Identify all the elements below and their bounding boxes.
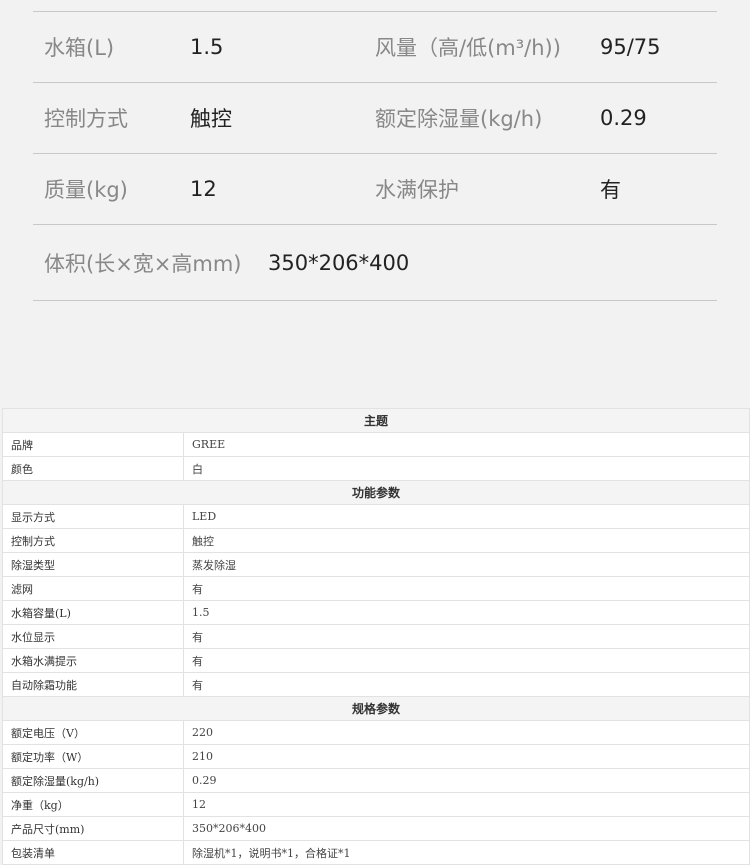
spec-value: 0.29 — [600, 106, 647, 130]
param-value: 触控 — [183, 528, 750, 553]
param-value: 有 — [183, 648, 750, 673]
table-row: 额定功率（W） 210 — [2, 744, 750, 769]
param-value: 0.29 — [183, 768, 750, 793]
spec-value: 1.5 — [190, 35, 224, 59]
spec-value: 12 — [190, 177, 217, 201]
spec-grid: 水箱(L) 1.5 风量（高/低(m³/h)) 95/75 控制方式 触控 额定… — [33, 11, 717, 301]
table-row: 额定电压（V） 220 — [2, 720, 750, 745]
table-row: 控制方式 触控 — [2, 528, 750, 553]
param-key: 额定功率（W） — [2, 744, 184, 769]
spec-row: 水箱(L) 1.5 风量（高/低(m³/h)) 95/75 — [33, 12, 717, 83]
param-value: 蒸发除湿 — [183, 552, 750, 577]
param-value: 12 — [183, 792, 750, 817]
spec-value: 350*206*400 — [268, 250, 410, 275]
table-row: 显示方式 LED — [2, 504, 750, 529]
table-row: 净重（kg） 12 — [2, 792, 750, 817]
param-key: 产品尺寸(mm) — [2, 816, 184, 841]
section-title: 功能参数 — [2, 480, 750, 505]
param-value: GREE — [183, 432, 750, 457]
spec-summary: 水箱(L) 1.5 风量（高/低(m³/h)) 95/75 控制方式 触控 额定… — [0, 0, 750, 408]
param-value: 210 — [183, 744, 750, 769]
table-row: 额定除湿量(kg/h) 0.29 — [2, 768, 750, 793]
param-key: 净重（kg） — [2, 792, 184, 817]
param-key: 水箱容量(L) — [2, 600, 184, 625]
table-row: 产品尺寸(mm) 350*206*400 — [2, 816, 750, 841]
section-title: 主题 — [2, 408, 750, 433]
table-row: 包装清单 除湿机*1，说明书*1，合格证*1 — [2, 840, 750, 865]
spec-label: 风量（高/低(m³/h)) — [375, 36, 561, 60]
spec-label: 水满保护 — [375, 178, 459, 202]
section-header: 主题 — [2, 408, 750, 433]
spec-label: 体积(长×宽×高mm) — [44, 251, 242, 276]
spec-row: 控制方式 触控 额定除湿量(kg/h) 0.29 — [33, 83, 717, 154]
param-key: 品牌 — [2, 432, 184, 457]
param-key: 水位显示 — [2, 624, 184, 649]
spec-label: 控制方式 — [44, 107, 128, 131]
param-key: 自动除霜功能 — [2, 672, 184, 697]
spec-value: 95/75 — [600, 35, 661, 59]
param-value: 1.5 — [183, 600, 750, 625]
table-row: 除湿类型 蒸发除湿 — [2, 552, 750, 577]
table-row: 水箱容量(L) 1.5 — [2, 600, 750, 625]
param-key: 额定除湿量(kg/h) — [2, 768, 184, 793]
table-row: 颜色白 — [2, 456, 750, 481]
param-key: 显示方式 — [2, 504, 184, 529]
section-header: 规格参数 — [2, 696, 750, 721]
param-key: 水箱水满提示 — [2, 648, 184, 673]
parameter-table: 主题 品牌 GREE 颜色白 功能参数 显示方式 LED 控制方式 触控 除湿类型 蒸发… — [2, 408, 750, 865]
table-row: 品牌 GREE — [2, 432, 750, 457]
param-key: 额定电压（V） — [2, 720, 184, 745]
spec-value: 触控 — [190, 107, 232, 131]
param-value: 有 — [183, 576, 750, 601]
section-title: 规格参数 — [2, 696, 750, 721]
param-key: 除湿类型 — [2, 552, 184, 577]
param-key: 滤网 — [2, 576, 184, 601]
param-value: 有 — [183, 624, 750, 649]
parameter-table-grid: 主题 品牌 GREE 颜色白 功能参数 显示方式 LED 控制方式 触控 除湿类型 蒸发… — [2, 408, 750, 865]
table-row: 自动除霜功能有 — [2, 672, 750, 697]
spec-value: 有 — [600, 178, 621, 202]
spec-row: 质量(kg) 12 水满保护 有 — [33, 154, 717, 225]
table-row: 滤网有 — [2, 576, 750, 601]
table-row: 水位显示有 — [2, 624, 750, 649]
param-value: 220 — [183, 720, 750, 745]
param-key: 控制方式 — [2, 528, 184, 553]
section-header: 功能参数 — [2, 480, 750, 505]
spec-label: 水箱(L) — [44, 36, 115, 60]
param-key: 包装清单 — [2, 840, 184, 865]
spec-row-volume: 体积(长×宽×高mm) 350*206*400 — [33, 225, 717, 301]
param-value: LED — [183, 504, 750, 529]
spec-label: 额定除湿量(kg/h) — [375, 107, 543, 131]
spec-label: 质量(kg) — [44, 178, 128, 202]
param-value: 白 — [183, 456, 750, 481]
table-row: 水箱水满提示有 — [2, 648, 750, 673]
param-key: 颜色 — [2, 456, 184, 481]
param-value: 350*206*400 — [183, 816, 750, 841]
param-value: 有 — [183, 672, 750, 697]
param-value: 除湿机*1，说明书*1，合格证*1 — [183, 840, 750, 865]
